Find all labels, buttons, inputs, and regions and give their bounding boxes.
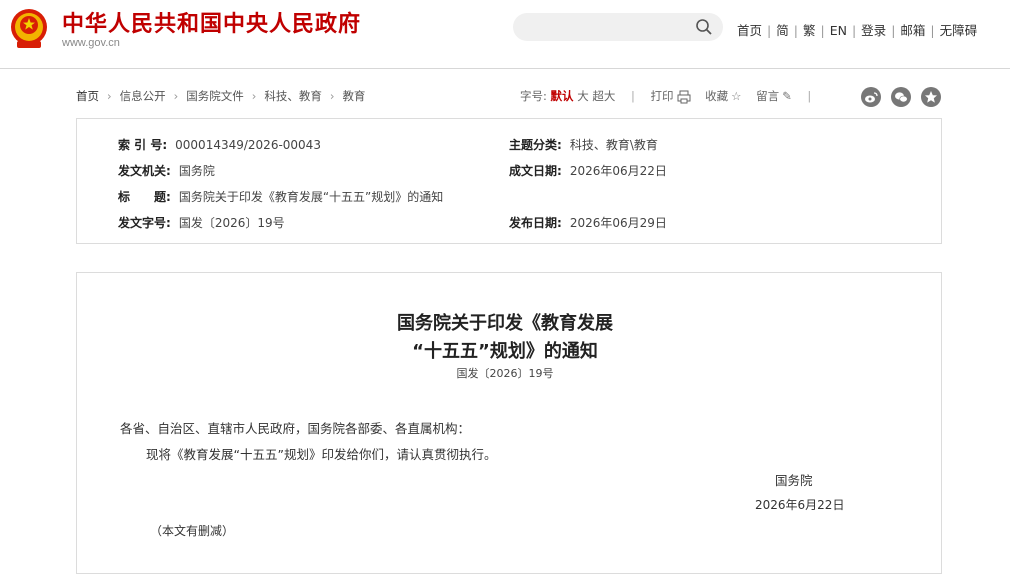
top-nav-links: 首页 | 简 | 繁 | EN | 登录 | 邮箱 | 无障碍 — [737, 20, 977, 39]
divider: | — [767, 23, 772, 38]
breadcrumb-info-public[interactable]: 信息公开 — [120, 89, 166, 103]
document-title-line-2: “十五五”规划》的通知 — [412, 341, 598, 362]
nav-link-home[interactable]: 首页 — [737, 23, 762, 38]
site-url[interactable]: www.gov.cn — [62, 37, 120, 49]
chevron-right-icon: › — [251, 89, 257, 103]
meta-created-label: 成文日期: — [509, 164, 562, 178]
search-input[interactable] — [513, 13, 723, 41]
divider: | — [820, 23, 825, 38]
document-salutation: 各省、自治区、直辖市人民政府，国务院各部委、各直属机构： — [120, 421, 471, 436]
document-body-paragraph: 现将《教育发展“十五五”规划》印发给你们，请认真贯彻执行。 — [146, 447, 497, 462]
breadcrumb: 首页 › 信息公开 › 国务院文件 › 科技、教育 › 教育 — [76, 88, 365, 104]
meta-index-row: 索 引 号: 000014349/2026-00043 — [118, 136, 321, 153]
search-icon[interactable] — [695, 18, 713, 36]
breadcrumb-education[interactable]: 教育 — [342, 89, 365, 103]
font-size-label: 字号: — [520, 89, 547, 103]
chevron-right-icon: › — [329, 89, 335, 103]
document-title-line-1: 国务院关于印发《教育发展 — [397, 313, 613, 334]
meta-category-value: 科技、教育\教育 — [569, 138, 658, 152]
wechat-icon[interactable] — [891, 86, 911, 107]
meta-created-value: 2026年06月22日 — [569, 164, 667, 178]
divider: | — [930, 23, 935, 38]
site-title[interactable]: 中华人民共和国中央人民政府 — [62, 6, 361, 38]
nav-link-mail[interactable]: 邮箱 — [900, 23, 925, 38]
site-header: 中华人民共和国中央人民政府 www.gov.cn 首页 | 简 | 繁 | EN | 登录 | 邮箱… — [0, 0, 1010, 69]
font-size-xlarge[interactable]: 超大 — [592, 89, 615, 103]
breadcrumb-home[interactable]: 首页 — [76, 89, 99, 103]
nav-link-english[interactable]: EN — [830, 23, 847, 38]
favorite-button[interactable]: 收藏 ☆ — [705, 89, 741, 103]
comment-button[interactable]: 留言 ✎ — [756, 89, 792, 103]
nav-link-traditional[interactable]: 繁 — [803, 23, 816, 38]
favorite-star-icon[interactable] — [921, 86, 941, 107]
document-abridged-note: （本文有删减） — [150, 524, 235, 538]
nav-link-accessibility[interactable]: 无障碍 — [940, 23, 978, 38]
divider: | — [851, 23, 857, 38]
document-number: 国发〔2026〕19号 — [456, 367, 554, 380]
share-icons — [861, 86, 951, 107]
meta-category-label: 主题分类: — [509, 138, 562, 152]
meta-title-row: 标 题: 国务院关于印发《教育发展“十五五”规划》的通知 — [118, 188, 443, 205]
meta-index-value: 000014349/2026-00043 — [175, 138, 321, 152]
divider: | — [807, 89, 812, 103]
document-sign-date: 2026年6月22日 — [755, 498, 845, 512]
printer-icon — [677, 90, 691, 103]
article-toolbar: 字号: 默认 大 超大 | 打印 收藏 ☆ 留言 ✎ | — [520, 88, 823, 104]
breadcrumb-sci-edu[interactable]: 科技、教育 — [264, 89, 322, 103]
meta-docno-label: 发文字号: — [118, 216, 171, 230]
meta-created-row: 成文日期: 2026年06月22日 — [509, 162, 667, 179]
print-button[interactable]: 打印 — [651, 89, 691, 103]
document-signer: 国务院 — [775, 473, 813, 488]
chevron-right-icon: › — [107, 89, 112, 103]
pencil-icon: ✎ — [782, 89, 792, 103]
document-title: 国务院关于印发《教育发展 “十五五”规划》的通知 — [0, 310, 1010, 366]
meta-title-value: 国务院关于印发《教育发展“十五五”规划》的通知 — [178, 190, 444, 204]
nav-link-simplified[interactable]: 简 — [776, 23, 789, 38]
meta-issuer-value: 国务院 — [178, 164, 215, 178]
meta-title-label: 标 题: — [118, 190, 171, 204]
nav-link-login[interactable]: 登录 — [861, 23, 886, 38]
meta-published-label: 发布日期: — [509, 216, 562, 230]
meta-issuer-label: 发文机关: — [118, 164, 171, 178]
meta-issuer-row: 发文机关: 国务院 — [118, 162, 215, 179]
meta-published-value: 2026年06月29日 — [569, 216, 667, 230]
meta-index-label: 索 引 号: — [118, 138, 168, 152]
meta-published-row: 发布日期: 2026年06月29日 — [509, 214, 667, 231]
divider: | — [631, 89, 635, 103]
star-outline-icon: ☆ — [731, 89, 742, 103]
divider: | — [793, 23, 798, 38]
font-size-large[interactable]: 大 — [577, 89, 589, 103]
breadcrumb-state-council-docs[interactable]: 国务院文件 — [186, 89, 244, 103]
meta-category-row: 主题分类: 科技、教育\教育 — [509, 136, 658, 153]
chevron-right-icon: › — [173, 89, 179, 103]
divider: | — [891, 23, 896, 38]
meta-docno-value: 国发〔2026〕19号 — [178, 216, 285, 230]
meta-docno-row: 发文字号: 国发〔2026〕19号 — [118, 214, 285, 231]
national-emblem-icon[interactable] — [9, 7, 49, 51]
weibo-icon[interactable] — [861, 86, 881, 107]
font-size-default[interactable]: 默认 — [551, 89, 574, 103]
print-label: 打印 — [650, 89, 674, 103]
comment-label: 留言 — [756, 89, 780, 103]
favorite-label: 收藏 — [705, 89, 729, 103]
